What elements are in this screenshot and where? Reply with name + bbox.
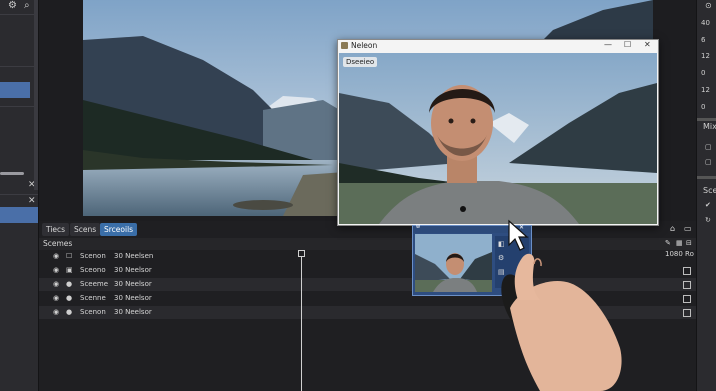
divider	[697, 118, 716, 121]
tab-scens[interactable]: Scens	[70, 223, 101, 236]
window-titlebar[interactable]: Neleon — ☐ ✕	[338, 40, 658, 53]
timeline-handle[interactable]	[298, 250, 305, 257]
eye-icon[interactable]: ◉	[53, 250, 59, 263]
source-detail: 30 Neelsen	[114, 252, 154, 260]
checkbox[interactable]	[683, 281, 691, 289]
selected-list-item[interactable]	[0, 207, 38, 223]
eye-icon[interactable]: ◉	[53, 264, 59, 277]
selected-list-item[interactable]	[0, 82, 30, 98]
grid-icon[interactable]: ▦	[676, 239, 683, 247]
edit-icon[interactable]: ✎	[665, 239, 671, 247]
meter-value: 12	[701, 86, 710, 94]
webcam-feed[interactable]: Dseeieo	[339, 53, 657, 224]
timeline-cursor[interactable]	[301, 254, 302, 391]
tab-sources[interactable]: Srceoils	[100, 223, 138, 236]
check-icon[interactable]: ✔	[705, 201, 711, 209]
webcam-window[interactable]: Neleon — ☐ ✕ Dseeieo	[337, 39, 659, 226]
source-name: Scenne	[80, 294, 106, 302]
scenes-header-label: Scemes	[43, 239, 73, 248]
refresh-icon[interactable]: ↻	[705, 216, 711, 224]
source-detail: 30 Neelsor	[114, 266, 152, 274]
scenes-label: Sce	[703, 186, 716, 195]
meter-value: 0	[701, 103, 706, 111]
scrollbar[interactable]	[0, 172, 24, 175]
divider	[0, 194, 38, 195]
lock-icon[interactable]: ☐	[66, 250, 72, 263]
source-name: Scenon	[80, 308, 106, 316]
checkbox[interactable]	[683, 295, 691, 303]
vertical-scrollbar[interactable]	[34, 0, 38, 190]
source-name: Sceeme	[80, 280, 109, 288]
hand-holding-mouse	[501, 253, 622, 391]
mini-title: w	[416, 224, 421, 230]
close-icon[interactable]: ✕	[28, 196, 36, 206]
checkbox-icon[interactable]: ▢	[705, 158, 712, 166]
source-detail: 30 Neelsor	[114, 294, 152, 302]
webcam-image	[339, 53, 657, 224]
close-icon[interactable]: ✕	[644, 40, 651, 49]
window-icon[interactable]: ▭	[684, 224, 692, 233]
app-icon	[341, 42, 348, 49]
home-icon[interactable]: ⌂	[670, 224, 675, 233]
divider	[0, 14, 38, 15]
source-name: Scenon	[80, 252, 106, 260]
source-detail: 30 Neelsor	[114, 308, 152, 316]
lock-icon[interactable]: ●	[66, 292, 72, 305]
right-dock-panel: ⊙ 40 6 12 0 12 0 Mix ▢ ▢ Sce ✔ ↻	[696, 0, 716, 391]
divider	[0, 106, 38, 107]
divider	[0, 66, 38, 67]
eye-icon[interactable]: ◉	[53, 292, 59, 305]
maximize-icon[interactable]: ☐	[624, 40, 631, 49]
source-label: Dseeieo	[343, 57, 378, 67]
mixer-label: Mix	[703, 122, 716, 131]
checkbox[interactable]	[683, 267, 691, 275]
lock-icon[interactable]: ●	[66, 278, 72, 291]
meter-value: 6	[701, 36, 706, 44]
info-icon[interactable]: ⊙	[705, 1, 712, 10]
search-icon[interactable]: ⌕	[24, 0, 30, 11]
delete-icon[interactable]: ⊟	[686, 239, 692, 247]
checkbox[interactable]	[683, 309, 691, 317]
checkbox-icon[interactable]: ▢	[705, 143, 712, 151]
tab-tiecs[interactable]: Tiecs	[42, 223, 70, 236]
eye-icon[interactable]: ◉	[53, 306, 59, 319]
eye-icon[interactable]: ◉	[53, 278, 59, 291]
window-title: Neleon	[351, 41, 378, 50]
meter-value: 0	[701, 69, 706, 77]
minimize-icon[interactable]: —	[604, 40, 612, 49]
source-detail: 30 Neelsor	[114, 280, 152, 288]
lock-icon[interactable]: ▣	[66, 264, 73, 277]
meter-value: 40	[701, 19, 710, 27]
meter-value: 12	[701, 52, 710, 60]
divider	[697, 176, 716, 179]
thumbnail-image	[415, 234, 492, 292]
left-dock-panel: ⚙ ⌕ ✕ ✕	[0, 0, 39, 391]
source-name: Sceono	[80, 266, 106, 274]
settings-icon[interactable]: ⚙	[8, 0, 17, 11]
lock-icon[interactable]: ●	[66, 306, 72, 319]
